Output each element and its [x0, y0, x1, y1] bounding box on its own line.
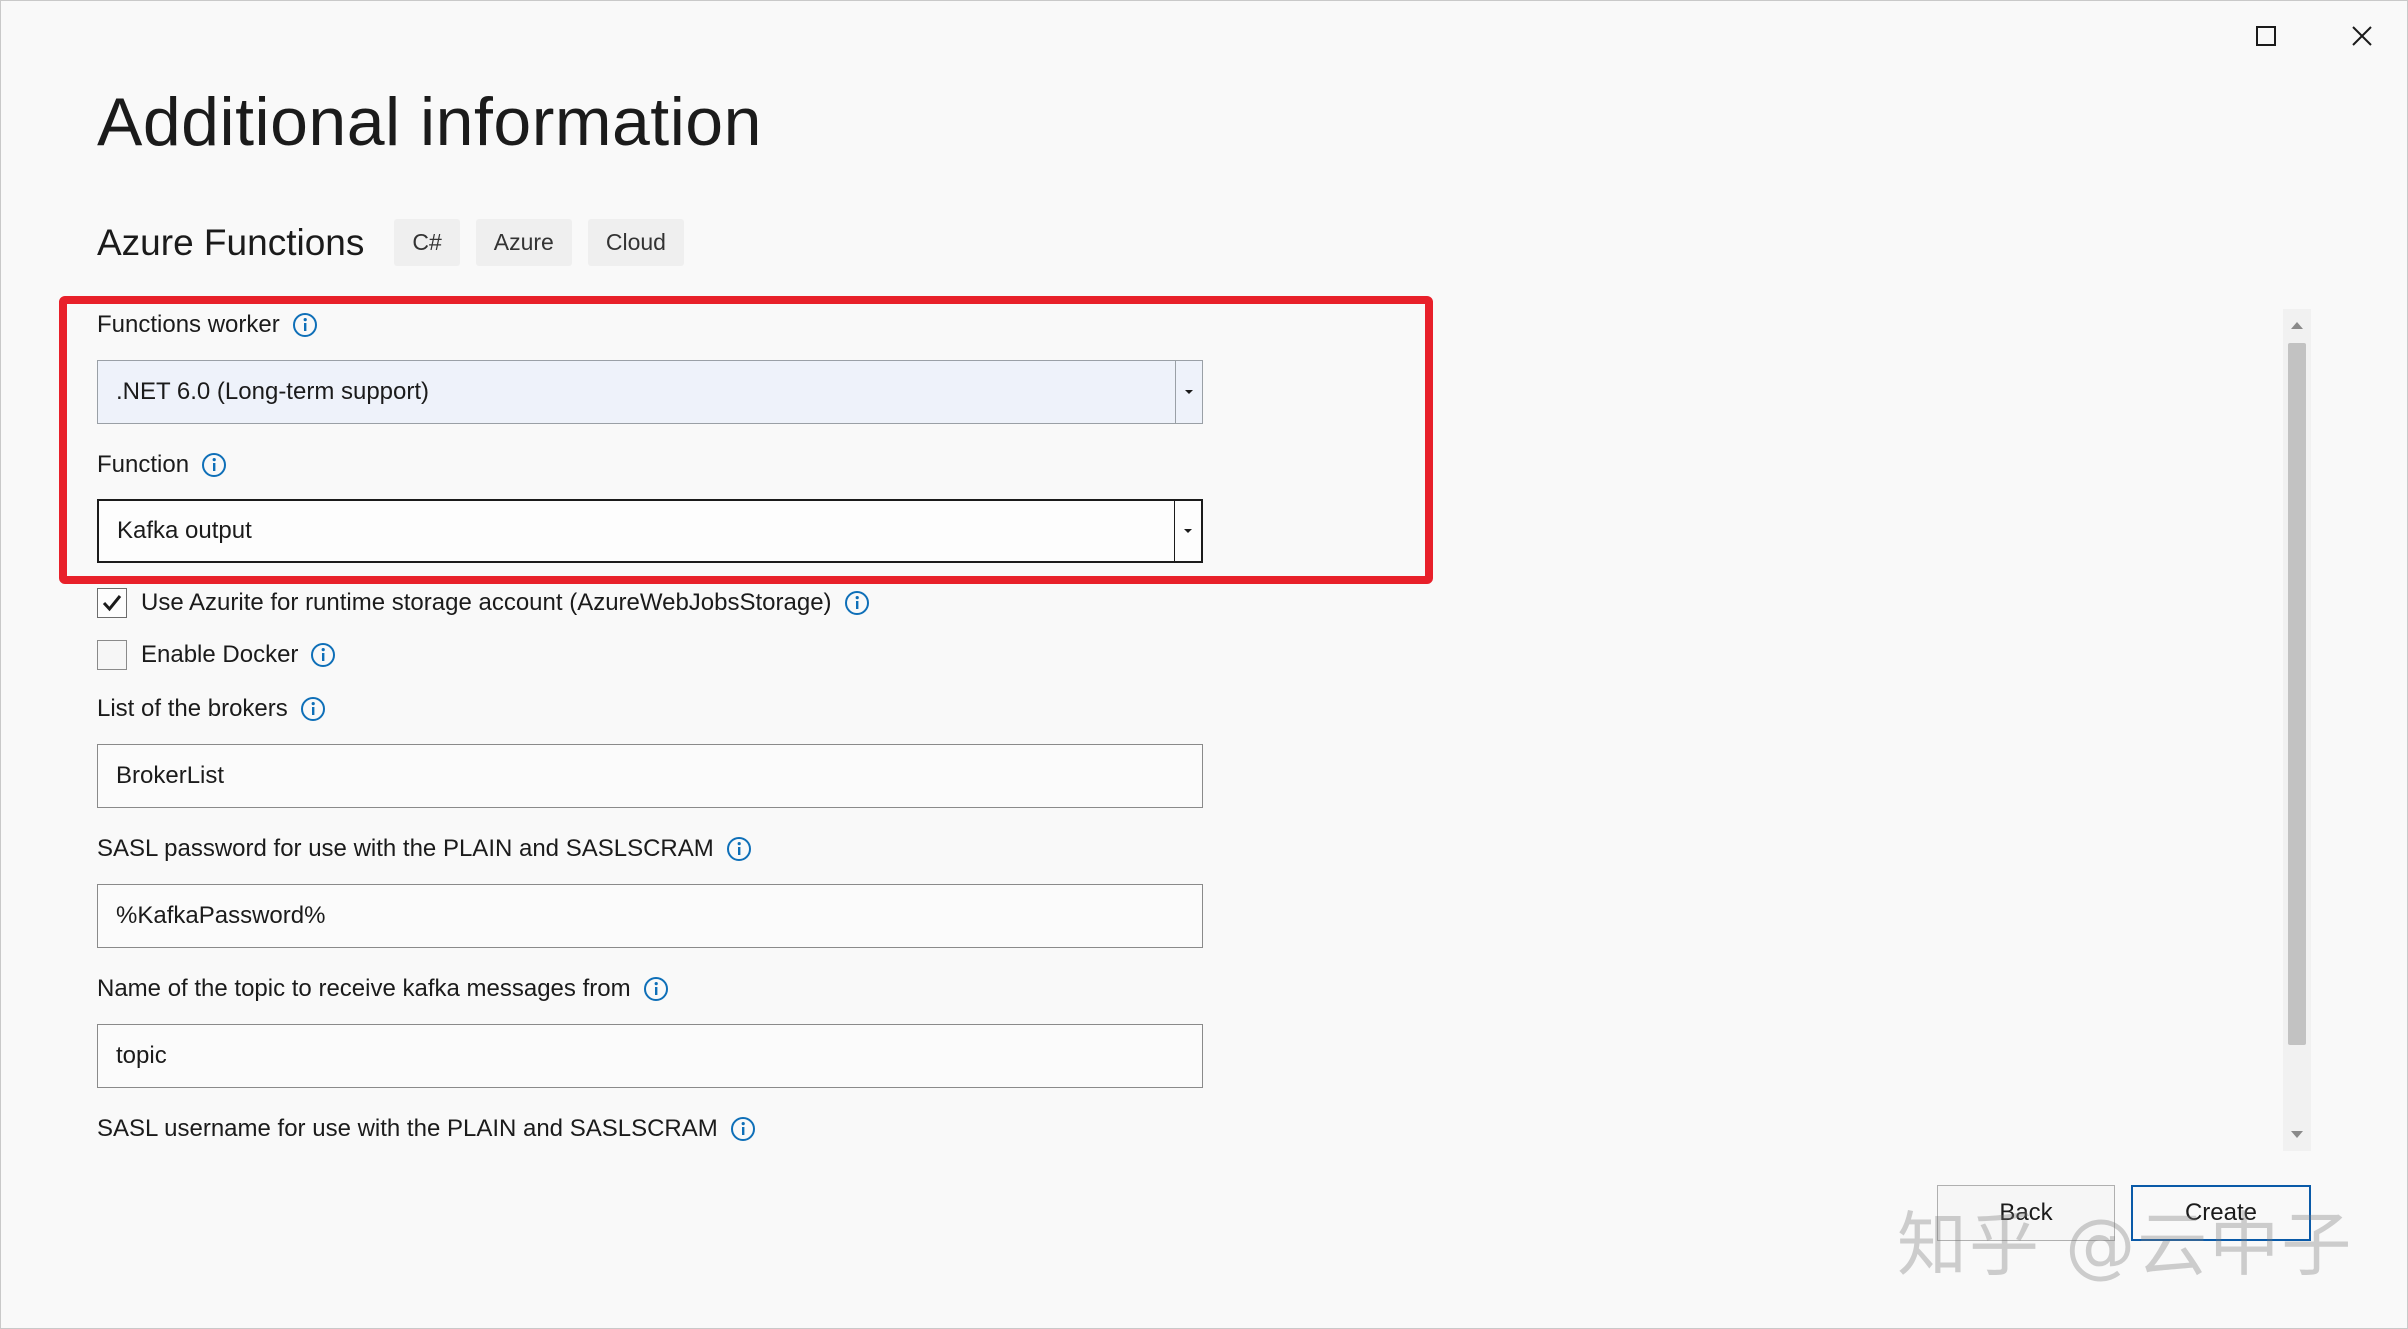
function-dropdown[interactable]: Kafka output: [97, 499, 1203, 563]
maximize-button[interactable]: [2231, 11, 2301, 61]
scrollbar-thumb[interactable]: [2288, 343, 2306, 1045]
topic-value: topic: [116, 1042, 167, 1069]
brokers-label-text: List of the brokers: [97, 695, 288, 722]
topic-label: Name of the topic to receive kafka messa…: [97, 975, 669, 1003]
sasl-username-label: SASL username for use with the PLAIN and…: [97, 1115, 756, 1143]
back-button[interactable]: Back: [1937, 1185, 2115, 1241]
function-label-text: Function: [97, 451, 190, 478]
page-title: Additional information: [97, 84, 762, 160]
sasl-username-label-text: SASL username for use with the PLAIN and…: [97, 1115, 718, 1142]
info-icon[interactable]: [643, 976, 669, 1002]
sasl-password-label: SASL password for use with the PLAIN and…: [97, 835, 752, 863]
functions-worker-label-text: Functions worker: [97, 311, 280, 338]
maximize-icon: [2256, 26, 2276, 46]
sasl-password-input[interactable]: %KafkaPassword%: [97, 884, 1203, 948]
tag-project-type: Cloud: [587, 219, 684, 266]
topic-label-text: Name of the topic to receive kafka messa…: [97, 975, 631, 1002]
brokers-label: List of the brokers: [97, 695, 326, 723]
sasl-password-value: %KafkaPassword%: [116, 902, 326, 929]
topic-input[interactable]: topic: [97, 1024, 1203, 1088]
function-label: Function: [97, 451, 227, 479]
function-value: Kafka output: [117, 517, 252, 544]
tag-language: C#: [394, 219, 460, 266]
create-button[interactable]: Create: [2131, 1185, 2311, 1241]
close-icon: [2352, 26, 2372, 46]
chevron-down-icon[interactable]: [1174, 501, 1201, 561]
use-azurite-label: Use Azurite for runtime storage account …: [141, 589, 832, 616]
functions-worker-value: .NET 6.0 (Long-term support): [116, 378, 430, 405]
info-icon[interactable]: [726, 836, 752, 862]
enable-docker-checkbox[interactable]: [97, 640, 127, 670]
chevron-down-icon[interactable]: [1175, 361, 1202, 423]
scroll-up-icon[interactable]: [2283, 311, 2311, 339]
functions-worker-label: Functions worker: [97, 311, 318, 339]
scroll-down-icon[interactable]: [2283, 1121, 2311, 1149]
use-azurite-checkbox[interactable]: [97, 588, 127, 618]
brokers-input[interactable]: BrokerList: [97, 744, 1203, 808]
info-icon[interactable]: [730, 1116, 756, 1142]
info-icon[interactable]: [300, 696, 326, 722]
template-header: Azure Functions C# Azure Cloud: [97, 219, 700, 266]
template-name: Azure Functions: [97, 221, 365, 263]
sasl-password-label-text: SASL password for use with the PLAIN and…: [97, 835, 714, 862]
info-icon[interactable]: [292, 312, 318, 338]
dialog-window: Additional information Azure Functions C…: [0, 0, 2408, 1329]
functions-worker-dropdown[interactable]: .NET 6.0 (Long-term support): [97, 360, 1203, 424]
brokers-value: BrokerList: [116, 762, 225, 789]
tag-platform: Azure: [475, 219, 572, 266]
enable-docker-label: Enable Docker: [141, 641, 299, 668]
close-button[interactable]: [2327, 11, 2397, 61]
checkmark-icon: [102, 595, 122, 612]
enable-docker-option[interactable]: Enable Docker: [97, 640, 336, 670]
info-icon[interactable]: [310, 642, 336, 668]
vertical-scrollbar[interactable]: [2283, 309, 2311, 1151]
use-azurite-option[interactable]: Use Azurite for runtime storage account …: [97, 588, 870, 618]
info-icon[interactable]: [844, 590, 870, 616]
info-icon[interactable]: [201, 452, 227, 478]
